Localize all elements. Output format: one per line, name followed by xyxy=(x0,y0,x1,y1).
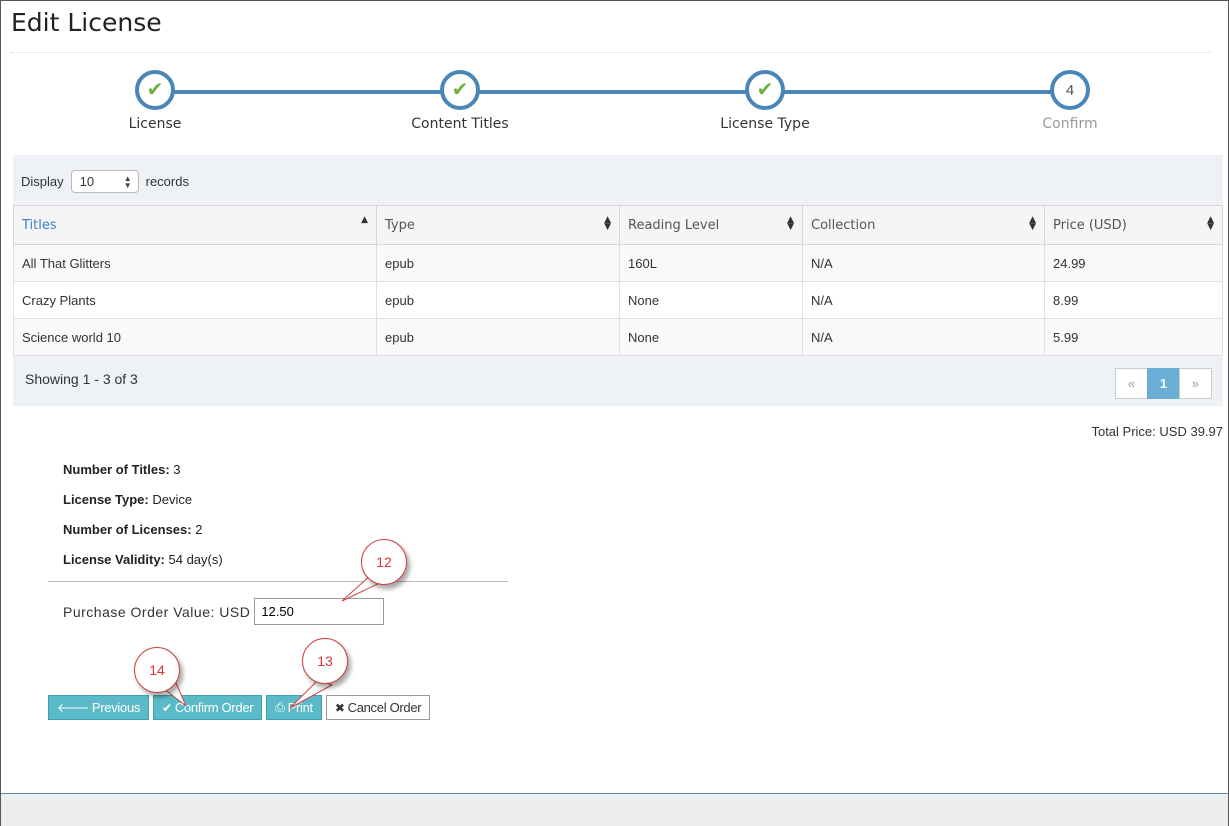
check-icon: ✔ xyxy=(745,70,785,110)
print-button[interactable]: ⎙ Print xyxy=(266,695,322,720)
title-divider xyxy=(11,52,1211,53)
sort-icon: ▲ ▼ xyxy=(604,215,611,232)
table-row: Crazy Plants epub None N/A 8.99 xyxy=(13,281,1223,319)
progress-wizard: ✔ License ✔ Content Titles ✔ License Typ… xyxy=(0,70,1229,140)
sort-icon: ▲ ▼ xyxy=(1029,215,1036,232)
sort-icon: ▲ ▼ xyxy=(787,215,794,232)
cell-price: 24.99 xyxy=(1044,244,1223,282)
cell-reading-level: 160L xyxy=(619,244,803,282)
printer-icon: ⎙ xyxy=(275,700,285,714)
cell-type: epub xyxy=(376,281,620,319)
wizard-step-license-type[interactable]: ✔ License Type xyxy=(665,70,865,132)
sort-asc-icon: ▲ xyxy=(361,215,368,225)
cell-reading-level: None xyxy=(619,281,803,319)
cell-title: Science world 10 xyxy=(13,318,377,356)
pagination-page-1[interactable]: 1 xyxy=(1147,368,1180,399)
purchase-order-label: Purchase Order Value: USD xyxy=(63,603,251,620)
cell-title: Crazy Plants xyxy=(13,281,377,319)
table-row: All That Glitters epub 160L N/A 24.99 xyxy=(13,244,1223,282)
arrow-left-icon: 🡐 xyxy=(57,701,89,715)
pagination-prev-button[interactable]: « xyxy=(1115,368,1148,399)
wizard-step-label: License xyxy=(128,116,182,132)
previous-button[interactable]: 🡐 Previous xyxy=(48,695,150,720)
titles-table-panel: Display 10 ▲ ▼ records Titles ▲ Type ▲ ▼ R… xyxy=(13,155,1223,406)
select-arrows-icon: ▲ ▼ xyxy=(123,173,132,190)
column-header-price[interactable]: Price (USD) ▲ ▼ xyxy=(1044,205,1223,245)
x-icon: ✖ xyxy=(334,700,345,715)
cell-price: 5.99 xyxy=(1044,318,1223,356)
column-header-type[interactable]: Type ▲ ▼ xyxy=(376,205,620,245)
cell-price: 8.99 xyxy=(1044,281,1223,319)
titles-table: Titles ▲ Type ▲ ▼ Reading Level ▲ ▼ Collec… xyxy=(13,205,1223,356)
footer-bar xyxy=(1,793,1228,826)
callout-13: 13 xyxy=(302,638,348,684)
sort-icon: ▲ ▼ xyxy=(1207,215,1214,232)
summary-licenses: Number of Licenses: 2 xyxy=(63,522,203,537)
total-price: Total Price: USD 39.97 xyxy=(1091,424,1223,439)
wizard-step-label: Content Titles xyxy=(411,116,509,132)
display-label: Display xyxy=(21,174,64,189)
cell-collection: N/A xyxy=(802,318,1045,356)
pagination: « 1 » xyxy=(1115,368,1212,399)
table-row: Science world 10 epub None N/A 5.99 xyxy=(13,318,1223,356)
callout-14: 14 xyxy=(134,647,180,693)
purchase-order-input[interactable] xyxy=(254,598,385,625)
cell-collection: N/A xyxy=(802,281,1045,319)
records-per-page: Display 10 ▲ ▼ records xyxy=(21,170,189,193)
purchase-order-row: Purchase Order Value: USD xyxy=(63,598,385,625)
column-header-reading-level[interactable]: Reading Level ▲ ▼ xyxy=(619,205,803,245)
summary-validity: License Validity: 54 day(s) xyxy=(63,552,223,567)
order-actions: 🡐 Previous ✔ Confirm Order ⎙ Print ✖ Cancel … xyxy=(48,695,434,720)
license-summary: Number of Titles: 3 License Type: Device… xyxy=(63,462,223,582)
confirm-order-button[interactable]: ✔ Confirm Order xyxy=(153,695,263,720)
total-price-label: Total Price: xyxy=(1091,424,1156,439)
page-title: Edit License xyxy=(11,8,162,37)
pagination-next-button[interactable]: » xyxy=(1179,368,1212,399)
summary-divider xyxy=(48,581,508,582)
summary-license-type: License Type: Device xyxy=(63,492,193,507)
cell-title: All That Glitters xyxy=(13,244,377,282)
wizard-step-label: Confirm xyxy=(1042,116,1098,132)
check-icon: ✔ xyxy=(162,700,172,715)
cell-type: epub xyxy=(376,244,620,282)
records-select[interactable]: 10 ▲ ▼ xyxy=(70,170,139,193)
cancel-order-button[interactable]: ✖ Cancel Order xyxy=(325,695,431,720)
cell-reading-level: None xyxy=(619,318,803,356)
total-price-value: USD 39.97 xyxy=(1159,424,1223,439)
cell-collection: N/A xyxy=(802,244,1045,282)
wizard-step-license[interactable]: ✔ License xyxy=(55,70,255,132)
column-header-collection[interactable]: Collection ▲ ▼ xyxy=(802,205,1045,245)
records-select-value: 10 xyxy=(79,174,95,189)
wizard-step-label: License Type xyxy=(720,116,810,132)
showing-count: Showing 1 - 3 of 3 xyxy=(25,371,138,387)
step-number-badge: 4 xyxy=(1050,70,1090,110)
callout-12: 12 xyxy=(361,539,407,585)
records-label: records xyxy=(145,174,189,189)
wizard-step-content-titles[interactable]: ✔ Content Titles xyxy=(360,70,560,132)
summary-titles: Number of Titles: 3 xyxy=(63,462,181,477)
check-icon: ✔ xyxy=(440,70,480,110)
check-icon: ✔ xyxy=(135,70,175,110)
column-header-titles[interactable]: Titles ▲ xyxy=(13,205,377,245)
wizard-step-confirm: 4 Confirm xyxy=(970,70,1170,132)
cell-type: epub xyxy=(376,318,620,356)
